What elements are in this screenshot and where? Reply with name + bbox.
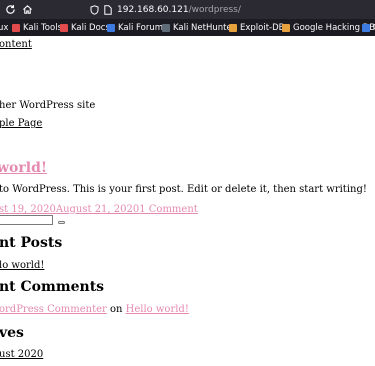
bookmark-label: Kali Tools <box>23 22 62 33</box>
bookmark-overflow[interactable]: O <box>362 19 375 36</box>
bookmark-label: Kali NetHunter <box>173 22 236 33</box>
bookmark-kali-tools[interactable]: Kali Tools <box>12 19 62 36</box>
bookmark-kali-forums[interactable]: Kali Forums <box>107 19 167 36</box>
comment-post-link[interactable]: Hello world! <box>126 304 189 315</box>
post-meta: st 19, 2020August 21, 20201 Comment <box>0 204 198 215</box>
skip-to-content-link[interactable]: ontent <box>0 39 32 50</box>
bookmark-overflow-icon <box>362 23 370 32</box>
kali-forums-icon <box>107 23 115 32</box>
nav-link-sample-page[interactable]: ple Page <box>0 118 42 129</box>
bookmarks-bar: ux Kali Tools Kali Docs Kali Forums Kali… <box>0 19 375 36</box>
comment-author-link[interactable]: ordPress Commenter <box>0 304 107 315</box>
kali-tools-icon <box>12 23 20 32</box>
bookmark-kali-nethunter[interactable]: Kali NetHunter <box>162 19 235 36</box>
comment-on-text: on <box>106 304 126 315</box>
archive-link[interactable]: ust 2020 <box>0 349 43 360</box>
search-button[interactable] <box>58 221 65 224</box>
browser-toolbar: 192.168.60.121/wordpress/ <box>0 0 375 19</box>
url-bar[interactable]: 192.168.60.121/wordpress/ <box>90 1 375 18</box>
post-comments-link[interactable]: 1 Comment <box>139 204 198 215</box>
site-tagline: her WordPress site <box>0 100 96 111</box>
page-icon[interactable] <box>104 4 112 15</box>
archives-heading: ves <box>0 325 24 341</box>
bookmark-label: ux <box>0 22 9 33</box>
search-input[interactable] <box>0 215 53 225</box>
exploit-db-icon <box>229 23 237 32</box>
bookmark-ux[interactable]: ux <box>0 19 8 36</box>
recent-comment-item: ordPress Commenter on Hello world! <box>0 304 189 315</box>
bookmark-kali-docs[interactable]: Kali Docs <box>60 19 110 36</box>
post-body: to WordPress. This is your first post. E… <box>0 184 367 195</box>
bookmark-label: Kali Docs <box>71 22 110 33</box>
home-icon[interactable] <box>20 2 34 16</box>
google-hacking-db-icon <box>282 23 290 32</box>
bookmark-label: Exploit-DB <box>240 22 285 33</box>
bookmark-exploit-db[interactable]: Exploit-DB <box>229 19 285 36</box>
bookmark-label: Kali Forums <box>118 22 168 33</box>
reload-icon[interactable] <box>3 2 17 16</box>
kali-docs-icon <box>60 23 68 32</box>
recent-post-link[interactable]: lo world! <box>0 260 44 271</box>
recent-posts-heading: nt Posts <box>0 235 63 251</box>
post-date-link[interactable]: st 19, 2020August 21, 2020 <box>0 204 139 215</box>
shield-icon[interactable] <box>90 4 99 15</box>
kali-nethunter-icon <box>162 23 170 32</box>
page-content: ontent t her WordPress site ple Page wor… <box>0 36 375 366</box>
url-host: 192.168.60.121 <box>117 4 189 15</box>
url-path: /wordpress/ <box>188 4 241 15</box>
post-title-link[interactable]: world! <box>0 160 47 176</box>
recent-comments-heading: nt Comments <box>0 279 105 295</box>
